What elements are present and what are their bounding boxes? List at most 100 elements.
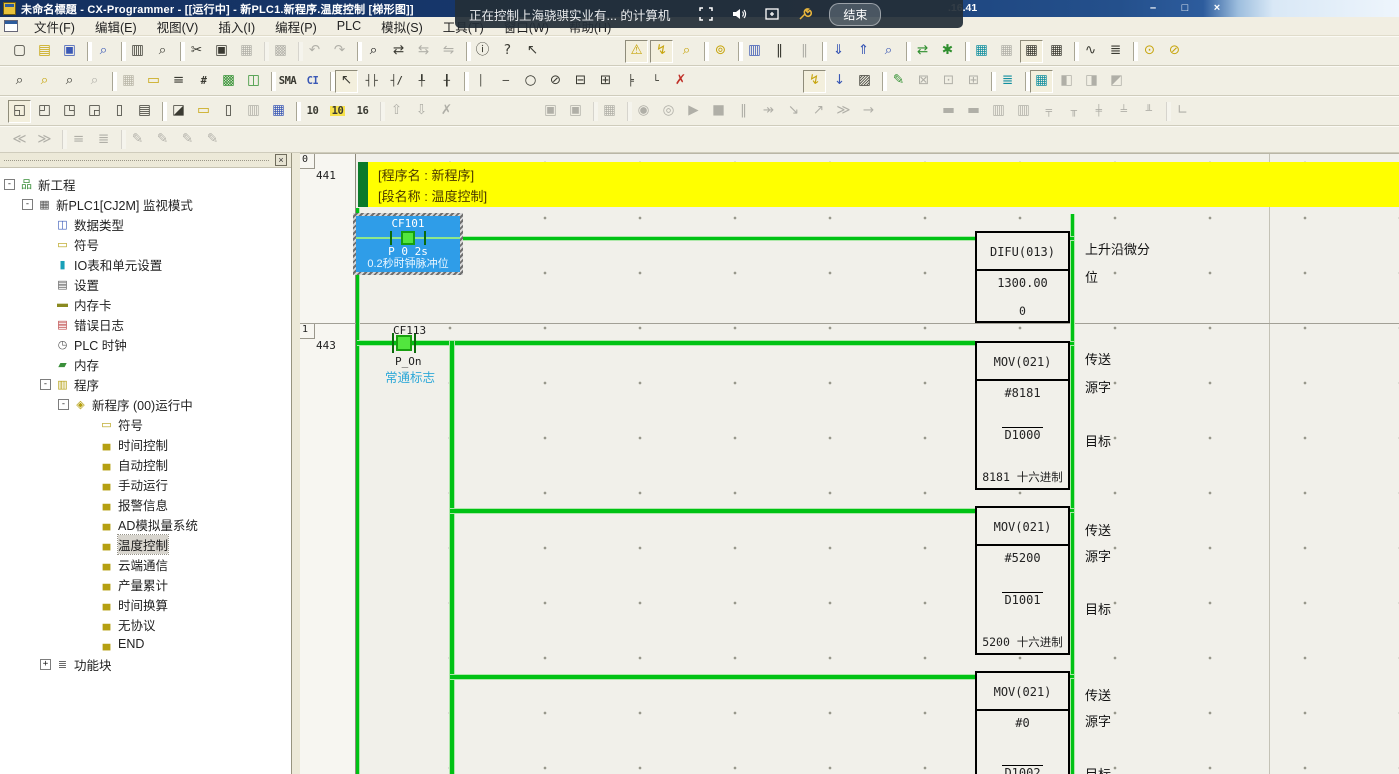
help-button[interactable]: ? xyxy=(496,40,519,63)
edit-annotations-button[interactable]: ◩ xyxy=(1105,70,1128,93)
mov-instruction-block-3[interactable]: MOV(021) #0 D1002 xyxy=(975,671,1070,774)
pause-button[interactable]: ‖ xyxy=(793,40,816,63)
cancel-online-edit-button[interactable]: ⊠ xyxy=(912,70,935,93)
force-on-button[interactable]: ⇧ xyxy=(385,100,408,123)
workspace-header[interactable]: × xyxy=(0,153,291,168)
set-password-button[interactable]: ⊙ xyxy=(1138,40,1161,63)
tree-item-section-manual-run[interactable]: ▄ 手动运行 xyxy=(0,474,291,494)
menu-view[interactable]: 视图(V) xyxy=(147,15,209,38)
transition-4-button[interactable]: ╧ xyxy=(1112,100,1135,123)
new-coil-button[interactable]: ○ xyxy=(519,70,542,93)
sim-pause-button[interactable]: ‖ xyxy=(732,100,755,123)
replace-tools-button[interactable]: ⇄ xyxy=(387,40,410,63)
menu-program[interactable]: 编程(P) xyxy=(265,15,327,38)
begin-online-edit-button[interactable]: ✎ xyxy=(887,70,910,93)
tree-item-section-cloud-comm[interactable]: ▄ 云端通信 xyxy=(0,554,291,574)
decrease-indent-button[interactable]: ≫ xyxy=(33,128,56,151)
menu-file[interactable]: 文件(F) xyxy=(24,15,85,38)
tree-item-data-types[interactable]: ◫ 数据类型 xyxy=(0,214,291,234)
send-changes-button[interactable]: ↓ xyxy=(828,70,851,93)
tree-item-memory[interactable]: ▰ 内存 xyxy=(0,354,291,374)
symbol-table-view-button[interactable]: ▭ xyxy=(192,100,215,123)
mark-pen-3-button[interactable]: ✎ xyxy=(176,128,199,151)
selected-contact-cf101[interactable]: CF101 P_0_2s 0.2秒时钟脉冲位 xyxy=(353,213,463,275)
restore-button[interactable]: □ xyxy=(1172,1,1198,15)
rung-number[interactable]: 0 xyxy=(300,154,315,169)
rung-number[interactable]: 1 xyxy=(300,324,315,339)
open-project-button[interactable]: ▤ xyxy=(33,40,56,63)
list-detail-view-button[interactable]: ≣ xyxy=(92,128,115,151)
new-document-button[interactable]: ▢ xyxy=(8,40,31,63)
multi-send-button[interactable]: ✱ xyxy=(936,40,959,63)
mark-pen-1-button[interactable]: ✎ xyxy=(126,128,149,151)
transfer-changes-button[interactable]: ▨ xyxy=(853,70,876,93)
program-mode-button[interactable]: ⊚ xyxy=(709,40,732,63)
monitor-window-1-button[interactable]: ◳ xyxy=(58,100,81,123)
paste-button[interactable]: ▦ xyxy=(235,40,258,63)
tree-item-error-log[interactable]: ▤ 错误日志 xyxy=(0,314,291,334)
tree-item-symbols[interactable]: ▭ 符号 xyxy=(0,234,291,254)
sim-transfer-button[interactable]: ▣ xyxy=(564,100,587,123)
menu-plc[interactable]: PLC xyxy=(327,17,371,35)
mdi-child-icon[interactable] xyxy=(4,20,18,32)
edit-rung-comments-button[interactable]: ◨ xyxy=(1080,70,1103,93)
tools-icon[interactable] xyxy=(797,6,813,22)
download-to-plc-button[interactable]: ⇓ xyxy=(827,40,850,63)
work-online-button[interactable]: ⚠ xyxy=(625,40,648,63)
io-condition-button[interactable]: CI xyxy=(301,70,324,93)
menu-edit[interactable]: 编辑(E) xyxy=(85,15,147,38)
pause-monitoring-button[interactable]: ‖ xyxy=(768,40,791,63)
zoom-in-button[interactable]: ⌕ xyxy=(8,70,31,93)
increase-indent-button[interactable]: ≪ xyxy=(8,128,31,151)
mark-pen-2-button[interactable]: ✎ xyxy=(151,128,174,151)
paste-special-button[interactable]: ▩ xyxy=(269,40,292,63)
properties-window-button[interactable]: ◰ xyxy=(33,100,56,123)
context-help-button[interactable]: ↖ xyxy=(521,40,544,63)
select-tool-button[interactable]: ↖ xyxy=(335,70,358,93)
energized-contact-icon[interactable] xyxy=(396,335,412,351)
new-inverted-instruction-button[interactable]: ⊞ xyxy=(594,70,617,93)
tree-item-section-alarm-info[interactable]: ▄ 报警信息 xyxy=(0,494,291,514)
address-reference-button[interactable]: # xyxy=(192,70,215,93)
tree-item-new-program[interactable]: - ◈ 新程序 (00)运行中 xyxy=(0,394,291,414)
monitor-hex-button[interactable]: 16 xyxy=(351,100,374,123)
minimize-button[interactable]: – xyxy=(1140,1,1166,15)
monitor-all-button[interactable]: ⌕ xyxy=(675,40,698,63)
sim-save-button[interactable]: ▣ xyxy=(539,100,562,123)
fb-instance-list-button[interactable]: ≣ xyxy=(996,70,1019,93)
tree-item-section-end[interactable]: ▄ END xyxy=(0,634,291,654)
mnemonic-view-button[interactable]: ◪ xyxy=(167,100,190,123)
print-preview-button[interactable]: ⌕ xyxy=(151,40,174,63)
tree-item-plc-clock[interactable]: ◷ PLC 时钟 xyxy=(0,334,291,354)
screen-select-icon[interactable] xyxy=(764,6,780,22)
st-editor-button[interactable]: ▥ xyxy=(987,100,1010,123)
tree-item-settings[interactable]: ▤ 设置 xyxy=(0,274,291,294)
tree-item-plc[interactable]: - ▦ 新PLC1[CJ2M] 监视模式 xyxy=(0,194,291,214)
new-closed-coil-button[interactable]: ⊘ xyxy=(544,70,567,93)
new-or-closed-contact-button[interactable]: ╂ xyxy=(435,70,458,93)
sim-step-in-button[interactable]: ↘ xyxy=(782,100,805,123)
tree-item-section-ad-analog[interactable]: ▄ AD模拟量系统 xyxy=(0,514,291,534)
new-or-contact-button[interactable]: ╀ xyxy=(410,70,433,93)
local-window-button[interactable]: ▥ xyxy=(242,100,265,123)
expand-collapse-icon[interactable]: - xyxy=(4,179,15,190)
menu-insert[interactable]: 插入(I) xyxy=(208,15,265,38)
online-edit-send-button[interactable]: ⇄ xyxy=(911,40,934,63)
add-online-edit-button[interactable]: ⊞ xyxy=(962,70,985,93)
io-memory-button[interactable]: ▦ xyxy=(1045,40,1068,63)
online-edit-button[interactable]: ↯ xyxy=(803,70,826,93)
menu-simulation[interactable]: 模拟(S) xyxy=(371,15,433,38)
return-connector-button[interactable]: ∟ xyxy=(1171,100,1194,123)
compare-with-plc-button[interactable]: ⌕ xyxy=(877,40,900,63)
redo-button[interactable]: ↷ xyxy=(328,40,351,63)
sim-break-flag-button[interactable]: ◎ xyxy=(657,100,680,123)
about-button[interactable]: ⓘ xyxy=(471,40,494,63)
cut-button[interactable]: ✂ xyxy=(185,40,208,63)
confirm-online-edit-button[interactable]: ⊡ xyxy=(937,70,960,93)
tree-item-new-project[interactable]: - 品 新工程 xyxy=(0,174,291,194)
zoom-out-button[interactable]: ⌕ xyxy=(58,70,81,93)
io-comment-view-button[interactable]: ▦ xyxy=(1030,70,1053,93)
compile-check-button[interactable]: ⌕ xyxy=(92,40,115,63)
watch-window-button[interactable]: SMA xyxy=(276,70,299,93)
monitor-decimal-button[interactable]: 10 xyxy=(301,100,324,123)
